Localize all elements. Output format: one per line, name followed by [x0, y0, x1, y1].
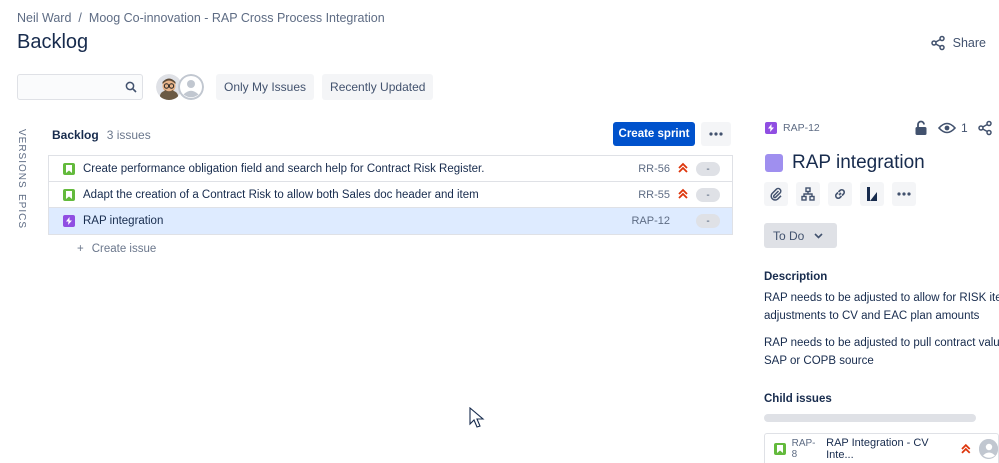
estimate-badge: -	[696, 188, 720, 202]
description-text[interactable]: RAP needs to be adjusted to allow for RI…	[764, 289, 999, 325]
child-issue-summary: RAP Integration - CV Inte...	[826, 436, 929, 461]
description-line: RAP needs to be adjusted to allow for RI…	[764, 292, 999, 304]
child-issue-button[interactable]	[796, 182, 820, 206]
hierarchy-icon	[801, 187, 815, 201]
person-icon	[978, 438, 998, 459]
epic-icon	[765, 122, 777, 134]
issue-summary: Adapt the creation of a Contract Risk to…	[83, 188, 479, 201]
description-line: SAP or COPB source	[764, 355, 874, 367]
issue-summary: Create performance obligation field and …	[83, 162, 485, 175]
detail-title-text: RAP integration	[792, 152, 925, 173]
child-issue-key[interactable]: RAP-8	[792, 438, 821, 460]
issue-key[interactable]: RAP-12	[631, 215, 670, 227]
app-logo-icon	[867, 187, 877, 201]
description-line: RAP needs to be adjusted to pull contrac…	[764, 337, 999, 349]
more-icon	[709, 132, 723, 136]
share-icon[interactable]	[977, 120, 992, 136]
app-button[interactable]	[860, 182, 884, 206]
paperclip-icon	[770, 187, 782, 201]
watch-count: 1	[961, 121, 968, 135]
detail-title[interactable]: RAP integration	[765, 152, 925, 174]
lock-icon[interactable]	[914, 120, 928, 136]
search-input[interactable]	[18, 75, 118, 99]
estimate-badge: -	[696, 214, 720, 228]
description-text[interactable]: RAP needs to be adjusted to pull contrac…	[764, 334, 999, 370]
filter-recently-updated[interactable]: Recently Updated	[322, 74, 434, 100]
status-dropdown[interactable]: To Do	[764, 223, 837, 248]
backlog-more-button[interactable]	[701, 122, 731, 146]
person-icon	[178, 74, 204, 100]
issue-row-rap-12[interactable]: RAP integration RAP-12 -	[49, 208, 732, 234]
backlog-header: Backlog 3 issues	[52, 128, 151, 142]
create-issue-button[interactable]: + Create issue	[77, 243, 156, 255]
child-assignee-avatar[interactable]	[978, 438, 998, 459]
create-sprint-button[interactable]: Create sprint	[613, 122, 695, 146]
avatar-unassigned[interactable]	[178, 74, 204, 100]
story-icon	[774, 442, 786, 455]
tab-epics[interactable]: EPICS	[16, 194, 27, 229]
link-issue-button[interactable]	[828, 182, 852, 206]
plus-icon: +	[77, 243, 84, 255]
watch-button[interactable]: 1	[938, 121, 968, 135]
detail-issue-key[interactable]: RAP-12	[765, 122, 820, 134]
detail-toolbar	[764, 182, 916, 206]
estimate-badge: -	[696, 162, 720, 176]
detail-key-label: RAP-12	[783, 122, 820, 134]
attach-button[interactable]	[764, 182, 788, 206]
child-progress-bar	[764, 414, 976, 422]
issue-key[interactable]: RR-56	[638, 163, 670, 175]
priority-highest-icon	[678, 188, 688, 199]
share-icon	[930, 35, 945, 51]
assignee-avatars	[156, 74, 204, 100]
eye-icon	[938, 122, 956, 134]
backlog-name: Backlog	[52, 128, 99, 142]
mouse-cursor-icon	[469, 407, 485, 428]
priority-highest-icon	[961, 443, 971, 453]
issue-key[interactable]: RR-55	[638, 189, 670, 201]
issue-row-rr-55[interactable]: Adapt the creation of a Contract Risk to…	[49, 182, 732, 208]
backlog-list: Create performance obligation field and …	[48, 155, 733, 235]
share-button[interactable]: Share	[930, 35, 986, 51]
detail-more-button[interactable]	[892, 182, 916, 206]
breadcrumb-project[interactable]: Moog Co-innovation - RAP Cross Process I…	[89, 11, 385, 25]
search-box[interactable]	[17, 74, 143, 100]
epic-color-swatch	[765, 154, 783, 172]
filter-only-my-issues[interactable]: Only My Issues	[216, 74, 315, 100]
issue-summary: RAP integration	[83, 215, 164, 227]
create-issue-label: Create issue	[91, 243, 157, 255]
search-icon	[125, 81, 137, 93]
story-icon	[63, 162, 75, 175]
description-line: adjustments to CV and EAC plan amounts	[764, 310, 980, 322]
breadcrumb: Neil Ward / Moog Co-innovation - RAP Cro…	[17, 11, 385, 25]
epic-icon	[63, 215, 75, 227]
chevron-down-icon	[814, 232, 823, 239]
detail-actions: 1	[914, 120, 992, 136]
child-issue-row[interactable]: RAP-8 RAP Integration - CV Inte...	[764, 433, 999, 463]
story-icon	[63, 188, 75, 201]
priority-highest-icon	[678, 162, 688, 173]
breadcrumb-separator: /	[78, 11, 82, 25]
tab-versions[interactable]: VERSIONS	[16, 129, 27, 189]
breadcrumb-user[interactable]: Neil Ward	[17, 11, 71, 25]
child-issues-heading: Child issues	[764, 393, 832, 405]
more-icon	[897, 192, 911, 196]
link-icon	[835, 189, 845, 199]
share-label: Share	[952, 36, 986, 50]
issue-count: 3 issues	[106, 128, 151, 142]
status-label: To Do	[773, 228, 805, 243]
filter-bar: Only My Issues Recently Updated	[17, 74, 434, 100]
page-title: Backlog	[17, 31, 89, 53]
description-heading: Description	[764, 271, 828, 283]
issue-row-rr-56[interactable]: Create performance obligation field and …	[49, 156, 732, 182]
